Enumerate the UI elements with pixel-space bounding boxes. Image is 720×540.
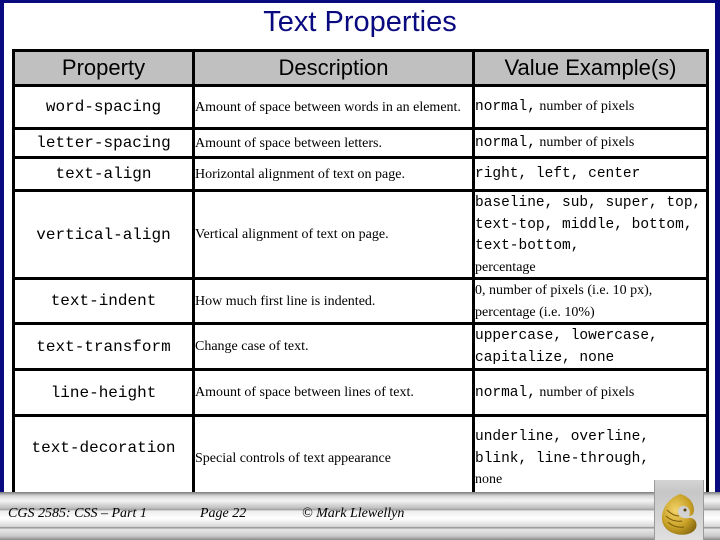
table-row: word-spacing Amount of space between wor… <box>12 84 709 130</box>
value-mono: normal, <box>475 135 536 152</box>
footer-page-number: Page 22 <box>200 506 247 521</box>
slide-footer: CGS 2585: CSS – Part 1 Page 22 © Mark Ll… <box>0 492 720 540</box>
property-values: normal, number of pixels <box>472 368 709 417</box>
property-description: Special controls of text appearance <box>192 414 475 502</box>
footer-course: CGS 2585: CSS – Part 1 <box>8 506 147 521</box>
property-name: text-indent <box>12 277 195 325</box>
value-mono: normal, <box>475 384 536 401</box>
property-description: Horizontal alignment of text on page. <box>192 156 475 192</box>
value-mono: uppercase, lowercase, capitalize, none <box>475 328 658 366</box>
table-row: text-decoration Special controls of text… <box>12 414 709 502</box>
value-text: number of pixels <box>535 384 635 400</box>
value-text: percentage <box>475 259 536 275</box>
property-description: Amount of space between words in an elem… <box>192 84 475 130</box>
table-row: text-align Horizontal alignment of text … <box>12 156 709 192</box>
property-name: word-spacing <box>12 84 195 130</box>
column-header-description: Description <box>192 49 475 87</box>
property-name: text-transform <box>12 322 195 371</box>
property-name: text-align <box>12 156 195 192</box>
property-name: vertical-align <box>12 189 195 280</box>
property-values: normal, number of pixels <box>472 127 709 159</box>
table-row: line-height Amount of space between line… <box>12 368 709 417</box>
table-header-row: Property Description Value Example(s) <box>12 49 709 87</box>
property-description: Change case of text. <box>192 322 475 371</box>
property-name: letter-spacing <box>12 127 195 159</box>
property-description: How much first line is indented. <box>192 277 475 325</box>
value-mono: underline, overline, blink, line-through… <box>475 429 650 467</box>
text-properties-table: Property Description Value Example(s) wo… <box>12 49 709 502</box>
property-values: uppercase, lowercase, capitalize, none <box>472 322 709 371</box>
property-description: Amount of space between letters. <box>192 127 475 159</box>
slide-right-bar <box>715 0 720 494</box>
property-description: Vertical alignment of text on page. <box>192 189 475 280</box>
ucf-pegasus-logo-icon <box>661 494 697 535</box>
table-row: vertical-align Vertical alignment of tex… <box>12 189 709 280</box>
property-description: Amount of space between lines of text. <box>192 368 475 417</box>
value-text: number of pixels <box>535 135 635 151</box>
property-name: text-decoration <box>12 414 195 502</box>
value-text: number of pixels <box>535 99 635 115</box>
column-header-value-examples: Value Example(s) <box>472 49 709 87</box>
table-row: text-transform Change case of text. uppe… <box>12 322 709 371</box>
property-values: normal, number of pixels <box>472 84 709 130</box>
footer-copyright: © Mark Llewellyn <box>302 506 405 521</box>
value-mono: normal, <box>475 99 536 116</box>
table-row: letter-spacing Amount of space between l… <box>12 127 709 159</box>
property-values: 0, number of pixels (i.e. 10 px), percen… <box>472 277 709 325</box>
column-header-property: Property <box>12 49 195 87</box>
property-values: right, left, center <box>472 156 709 192</box>
property-values: baseline, sub, super, top, text-top, mid… <box>472 189 709 280</box>
property-name: line-height <box>12 368 195 417</box>
slide-title: Text Properties <box>263 6 457 38</box>
table-row: text-indent How much first line is inden… <box>12 277 709 325</box>
value-text: 0, number of pixels (i.e. 10 px), percen… <box>475 283 653 320</box>
value-mono: baseline, sub, super, top, text-top, mid… <box>475 195 702 254</box>
value-text: none <box>475 472 503 488</box>
value-mono: right, left, center <box>475 166 641 183</box>
logo-box <box>654 480 704 540</box>
